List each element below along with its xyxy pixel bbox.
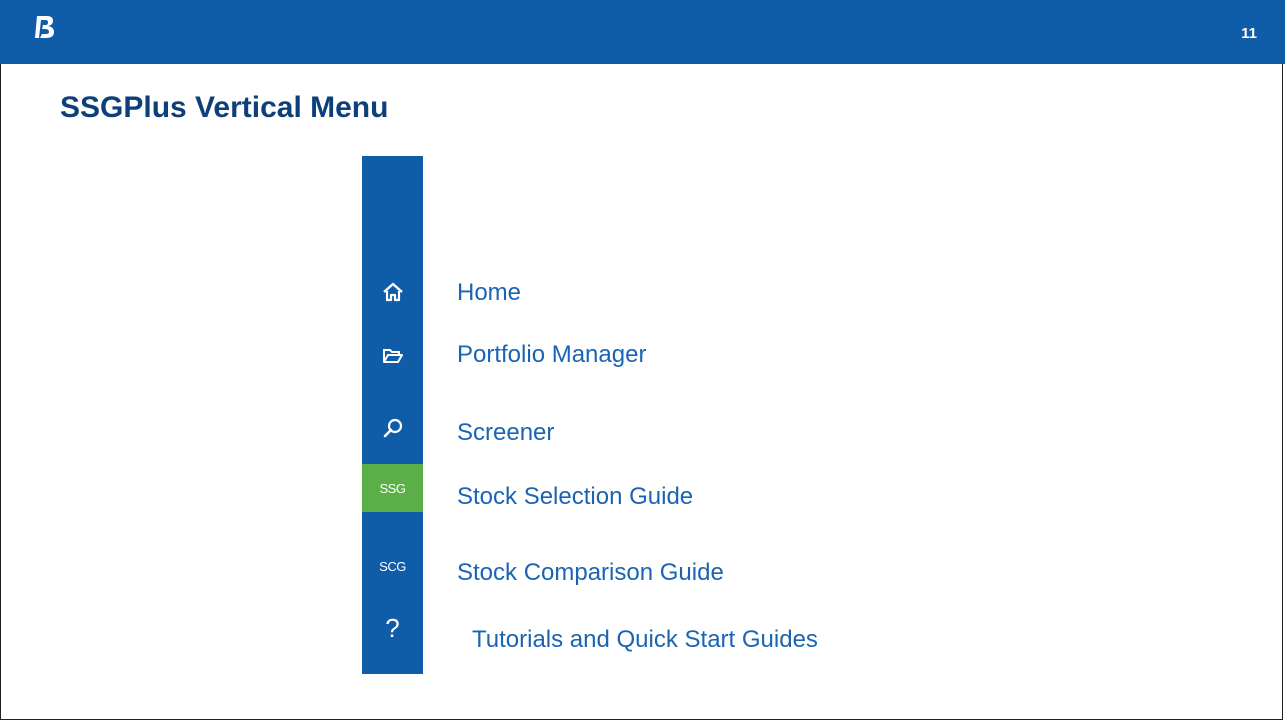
label-portfolio-manager: Portfolio Manager <box>457 341 647 368</box>
search-icon <box>383 418 402 438</box>
stylized-b-logo-icon <box>35 16 54 38</box>
label-home: Home <box>457 279 522 306</box>
page-number: 11 <box>1241 25 1257 42</box>
menu-item-home[interactable] <box>362 268 423 316</box>
page-title: SSGPlus Vertical Menu <box>60 91 389 124</box>
menu-item-ssg[interactable]: SSG <box>362 464 423 512</box>
scg-text-icon: SCG <box>379 558 406 574</box>
folder-open-icon <box>382 349 403 363</box>
home-icon <box>382 282 403 302</box>
menu-item-portfolio[interactable] <box>362 332 423 380</box>
menu-item-scg[interactable]: SCG <box>362 542 423 590</box>
menu-item-screener[interactable] <box>362 404 423 452</box>
vertical-menu: SSG SCG ? <box>362 156 423 674</box>
help-icon: ? <box>385 612 400 643</box>
label-stock-comparison-guide: Stock Comparison Guide <box>457 559 724 586</box>
label-screener: Screener <box>457 419 555 446</box>
menu-item-help[interactable]: ? <box>362 604 423 652</box>
ssg-text-icon: SSG <box>379 480 406 496</box>
header-bar: 11 <box>0 0 1285 64</box>
label-tutorials: Tutorials and Quick Start Guides <box>472 626 818 653</box>
label-stock-selection-guide: Stock Selection Guide <box>457 483 694 510</box>
